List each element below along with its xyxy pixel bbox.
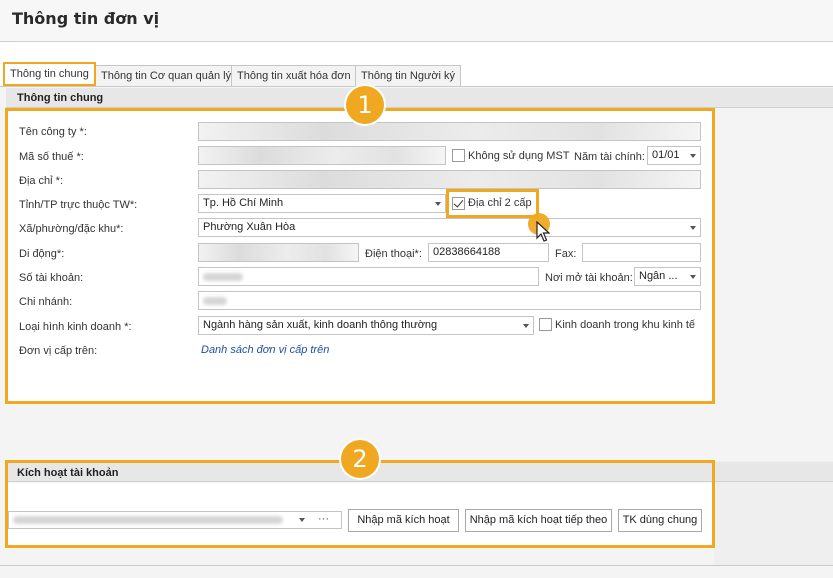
- company-name-label: Tên công ty *:: [19, 126, 87, 138]
- parent-unit-list-link[interactable]: Danh sách đơn vị cấp trên: [201, 344, 329, 356]
- bank-label: Nơi mở tài khoản:: [545, 272, 633, 284]
- title-bar: Thông tin đơn vị: [0, 0, 833, 42]
- fax-input[interactable]: [582, 243, 701, 262]
- ward-value: Phường Xuân Hòa: [203, 221, 296, 233]
- bank-value: Ngân ...: [639, 270, 678, 282]
- tab-signer-info[interactable]: Thông tin Người ký: [355, 65, 462, 86]
- section-general-header: Thông tin chung: [6, 88, 833, 108]
- two-level-address-checkbox[interactable]: [452, 197, 465, 210]
- economic-zone-label: Kinh doanh trong khu kinh tế: [555, 319, 696, 331]
- business-type-select[interactable]: Ngành hàng sản xuất, kinh doanh thông th…: [198, 316, 534, 335]
- bottom-divider: [0, 565, 833, 566]
- chevron-down-icon: [435, 202, 441, 206]
- address-input[interactable]: [198, 170, 701, 189]
- enter-activation-code-button[interactable]: Nhập mã kích hoạt: [348, 509, 459, 532]
- enter-next-activation-code-button[interactable]: Nhập mã kích hoạt tiếp theo: [465, 509, 612, 532]
- phone-input[interactable]: 02838664188: [428, 243, 549, 262]
- chevron-down-icon: [299, 518, 305, 522]
- ward-select[interactable]: Phường Xuân Hòa: [198, 218, 701, 237]
- tax-code-label: Mã số thuế *:: [19, 151, 84, 163]
- account-number-label: Số tài khoản:: [19, 272, 84, 284]
- parent-unit-label: Đơn vị cấp trên:: [19, 345, 98, 357]
- fiscal-year-label: Năm tài chính:: [574, 151, 645, 163]
- section-general-title: Thông tin chung: [17, 92, 104, 104]
- account-number-input[interactable]: [198, 267, 539, 286]
- chevron-down-icon: [690, 226, 696, 230]
- chevron-down-icon: [690, 154, 696, 158]
- shared-account-button[interactable]: TK dùng chung: [618, 509, 702, 532]
- tab-invoice-info[interactable]: Thông tin xuất hóa đơn: [231, 65, 357, 86]
- business-type-value: Ngành hàng sản xuất, kinh doanh thông th…: [203, 319, 438, 331]
- tab-management-agency[interactable]: Thông tin Cơ quan quản lý: [95, 65, 238, 86]
- step-badge-2: 2: [341, 440, 379, 478]
- fiscal-year-value: 01/01: [652, 149, 680, 161]
- branch-redacted: [203, 297, 227, 305]
- no-tax-code-label: Không sử dụng MST: [468, 150, 570, 162]
- branch-label: Chi nhánh:: [19, 296, 73, 308]
- chevron-down-icon: [690, 275, 696, 279]
- mouse-pointer-icon: [536, 221, 550, 242]
- mobile-label: Di động*:: [19, 248, 65, 260]
- province-select[interactable]: Tp. Hồ Chí Minh: [198, 194, 446, 213]
- province-label: Tỉnh/TP trực thuộc TW*:: [19, 199, 138, 211]
- two-level-address-label: Địa chỉ 2 cấp: [468, 197, 532, 209]
- account-number-redacted: [203, 273, 243, 281]
- fax-label: Fax:: [555, 248, 577, 260]
- ward-label: Xã/phường/đặc khu*:: [19, 223, 124, 235]
- no-tax-code-checkbox[interactable]: [452, 149, 465, 162]
- tab-general-info[interactable]: Thông tin chung: [3, 62, 96, 86]
- bank-select[interactable]: Ngân ...: [634, 267, 701, 286]
- fiscal-year-select[interactable]: 01/01: [647, 146, 701, 165]
- page-title: Thông tin đơn vị: [12, 9, 160, 28]
- business-type-label: Loại hình kinh doanh *:: [19, 321, 132, 333]
- phone-label: Điện thoại*:: [365, 248, 422, 260]
- economic-zone-checkbox[interactable]: [539, 318, 552, 331]
- tax-code-input[interactable]: [198, 146, 446, 165]
- province-value: Tp. Hồ Chí Minh: [203, 197, 284, 209]
- ellipsis-icon[interactable]: ···: [318, 512, 329, 528]
- activation-account-select[interactable]: ···: [8, 511, 342, 529]
- branch-input[interactable]: [198, 291, 701, 310]
- company-name-input[interactable]: [198, 122, 701, 141]
- address-label: Địa chỉ *:: [19, 175, 64, 187]
- chevron-down-icon: [523, 324, 529, 328]
- step-badge-1: 1: [346, 86, 384, 124]
- activation-account-redacted: [13, 516, 283, 524]
- mobile-input[interactable]: [198, 243, 359, 262]
